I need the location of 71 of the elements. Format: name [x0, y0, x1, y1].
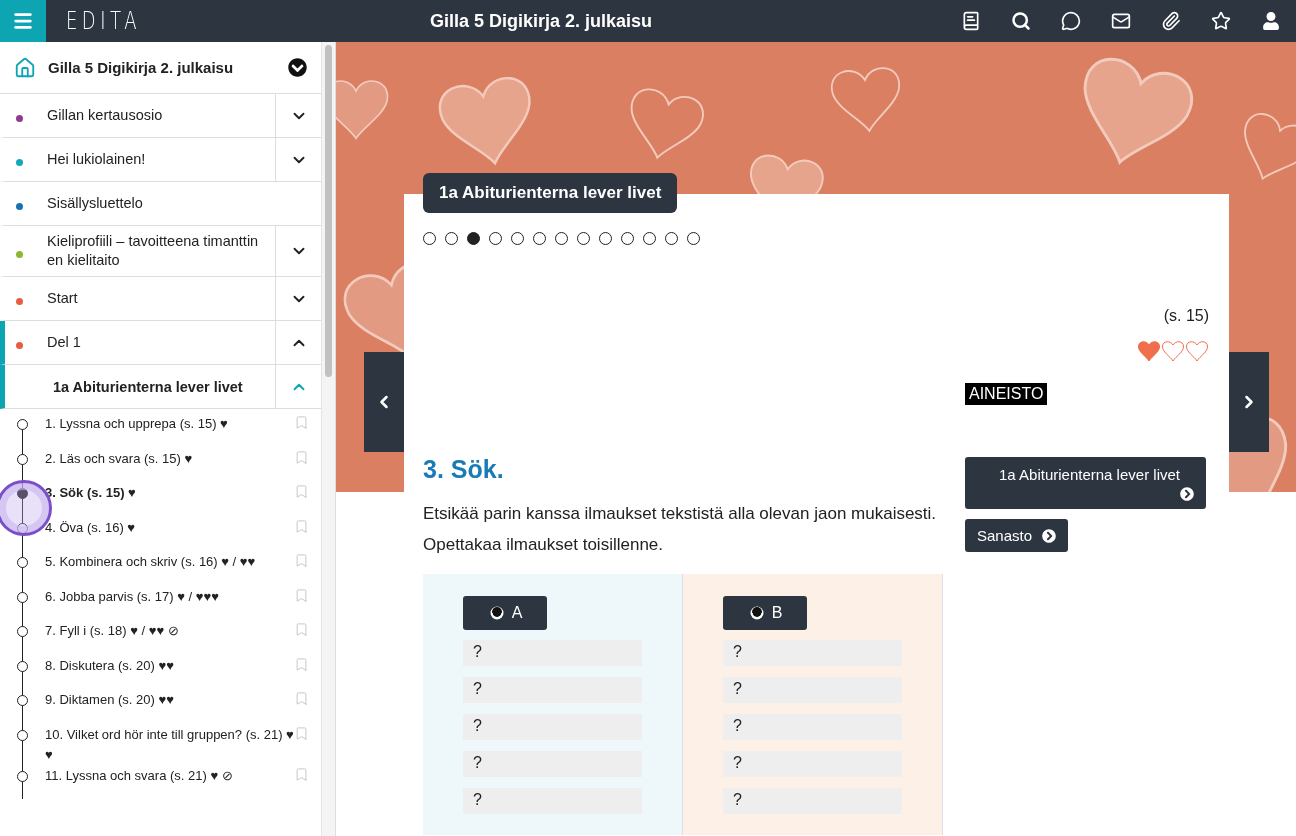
bookmark-icon — [294, 691, 309, 706]
heart-icon — [1161, 339, 1185, 363]
answer-cell: ? — [463, 714, 642, 740]
page-reference: (s. 15) — [1163, 307, 1209, 325]
instructions: Etsikää parin kanssa ilmaukset tekstistä alla olevan jaon mukaisesti. Opettakaa ilmaukset toisillenne. — [423, 503, 938, 556]
sidebar-title: Gilla 5 Digikirja 2. julkaisu — [48, 59, 235, 76]
page-dot[interactable] — [489, 232, 502, 245]
bookmark-icon — [294, 553, 309, 568]
answer-cell: ? — [723, 677, 902, 703]
material-tag: AINEISTO — [965, 383, 1048, 405]
reveal-button[interactable]: A — [463, 596, 547, 630]
page-dot[interactable] — [445, 232, 458, 245]
bookmark-icon — [294, 449, 309, 465]
arrow-icon — [1180, 487, 1194, 501]
page-dot[interactable] — [533, 232, 546, 245]
section-link[interactable]: Sisällysluettelo — [47, 194, 143, 213]
page-dot[interactable] — [555, 232, 568, 245]
link-button[interactable]: 1a Abiturienterna lever livet — [965, 457, 1206, 509]
section-link[interactable]: Hei lukiolainen! — [47, 150, 146, 169]
page-dot[interactable] — [467, 232, 480, 245]
bookmark-icon — [294, 725, 309, 741]
bookmark-icon — [294, 622, 309, 637]
page-dot[interactable] — [665, 232, 678, 245]
bookmark-icon — [294, 587, 309, 603]
page-dot[interactable] — [621, 232, 634, 245]
bookmark-icon — [294, 415, 309, 430]
page-dot[interactable] — [423, 232, 436, 245]
exercise-link[interactable]: 9. Diktamen (s. 20) ♥♥ — [45, 689, 294, 710]
page-dot[interactable] — [511, 232, 524, 245]
section-link[interactable]: Del 1 — [47, 333, 81, 352]
answer-cell: ? — [723, 788, 902, 814]
exercise-link[interactable]: 6. Jobba parvis (s. 17) ♥ / ♥♥♥ — [45, 585, 294, 607]
answer-cell: ? — [463, 640, 642, 666]
section-link[interactable]: Start — [47, 289, 78, 308]
chapter-link[interactable]: 1a Abiturienterna lever livet — [16, 378, 243, 395]
section-link[interactable]: Gillan kertausosio — [47, 106, 163, 125]
answer-cell: ? — [463, 751, 642, 777]
answer-cell: ? — [463, 788, 642, 814]
exercise-link[interactable]: 10. Vilket ord hör inte till gruppen? (s. 21) ♥♥ — [45, 723, 294, 765]
exercise-link[interactable]: 8. Diskutera (s. 20) ♥♥ — [45, 654, 294, 676]
arrow-icon — [1042, 528, 1057, 543]
page-dot[interactable] — [599, 232, 612, 245]
menu-icon — [12, 10, 34, 32]
answer-cell: ? — [723, 751, 902, 777]
reveal-button[interactable]: B — [723, 596, 807, 630]
heart-icon — [1185, 339, 1209, 363]
page-dot[interactable] — [577, 232, 590, 245]
home-icon[interactable] — [14, 56, 36, 79]
exercise-heading: 3. Sök. — [423, 455, 505, 484]
menu-button[interactable] — [0, 0, 46, 42]
answer-cell: ? — [723, 640, 902, 666]
bookmark-icon — [294, 766, 309, 782]
section-link[interactable]: Kieliprofiili – tavoitteena timanttinen kielitaito — [47, 232, 265, 270]
bookmark-icon — [294, 484, 309, 499]
exercise-link[interactable]: 7. Fyll i (s. 18) ♥ / ♥♥ ⊘ — [45, 620, 294, 641]
answer-cell: ? — [463, 677, 642, 703]
logo: EDITA — [66, 7, 142, 35]
exercise-link[interactable]: 11. Lyssna och svara (s. 21) ♥ ⊘ — [45, 764, 294, 786]
bookmark-icon — [294, 518, 309, 534]
answer-cell: ? — [723, 714, 902, 740]
page-dot[interactable] — [643, 232, 656, 245]
bookmark-icon — [294, 656, 309, 672]
exercise-link[interactable]: 1. Lyssna och upprepa (s. 15) ♥ — [45, 413, 294, 434]
exercise-link[interactable]: 4. Öva (s. 16) ♥ — [45, 516, 294, 538]
exercise-link[interactable]: 5. Kombinera och skriv (s. 16) ♥ / ♥♥ — [45, 551, 294, 572]
link-button[interactable]: Sanasto — [965, 519, 1069, 552]
heart-icon — [1137, 339, 1161, 363]
page-dot[interactable] — [687, 232, 700, 245]
exercise-link[interactable]: 2. Läs och svara (s. 15) ♥ — [45, 447, 294, 469]
book-title: Gilla 5 Digikirja 2. julkaisu — [428, 10, 654, 32]
chevron-down-icon[interactable] — [288, 58, 307, 77]
